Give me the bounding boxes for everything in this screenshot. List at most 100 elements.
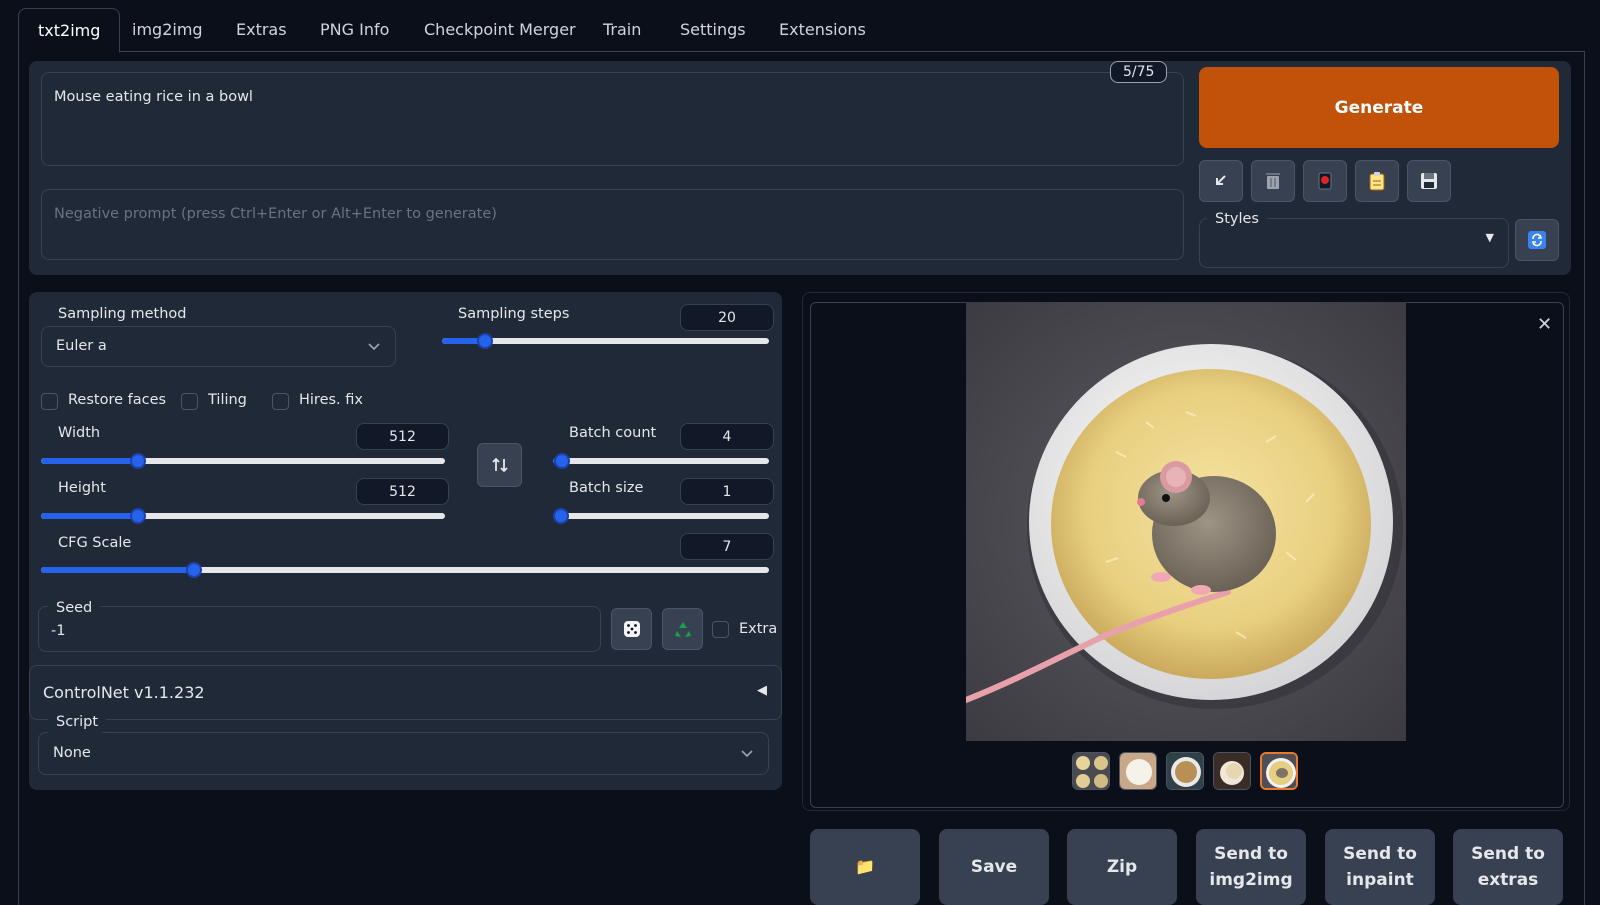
read-params-button[interactable] [1199,160,1243,202]
send-to-extras-label-1: Send to [1471,844,1545,864]
clipboard-icon [1369,172,1385,191]
sampling-steps-input[interactable]: 20 [680,304,774,331]
seed-label: Seed [48,597,101,619]
batch-count-slider[interactable] [553,453,769,469]
restore-faces-label: Restore faces [68,392,167,408]
restore-faces-checkbox[interactable] [41,393,58,410]
sampling-method-label: Sampling method [50,303,195,325]
zip-button[interactable]: Zip [1067,829,1177,905]
send-to-extras-label-2: extras [1477,870,1539,890]
close-icon: ✕ [1537,314,1553,335]
sampling-method-dropdown[interactable]: Euler a [41,326,396,367]
tab-settings[interactable]: Settings [661,8,765,52]
random-seed-button[interactable] [611,608,652,650]
send-to-img2img-label-1: Send to [1214,844,1288,864]
extra-seed-label: Extra [739,621,778,637]
tab-img2img[interactable]: img2img [113,8,222,52]
reuse-seed-button[interactable] [662,608,703,650]
folder-icon: 📁 [855,857,875,876]
clear-prompt-button[interactable] [1251,160,1295,202]
swap-arrows-icon [491,457,508,473]
sampling-steps-slider[interactable] [442,333,769,349]
script-label: Script [48,711,107,733]
hires-fix-label: Hires. fix [299,392,363,408]
cfg-scale-slider[interactable] [41,562,769,578]
extra-seed-checkbox[interactable] [712,621,729,638]
thumbnail-2[interactable] [1119,752,1157,790]
height-input[interactable]: 512 [356,478,449,505]
arrow-down-left-icon [1216,175,1226,185]
width-input[interactable]: 512 [356,423,449,450]
send-to-img2img-button[interactable]: Send to img2img [1196,829,1306,905]
height-slider[interactable] [41,508,445,524]
batch-size-slider[interactable] [553,508,769,524]
batch-size-input[interactable]: 1 [680,478,774,505]
close-preview-button[interactable]: ✕ [1537,314,1552,335]
red-button-icon [1318,172,1332,190]
seed-input[interactable]: -1 [38,606,601,652]
width-label: Width [50,422,109,444]
dropdown-caret-icon: ▼ [1485,231,1494,244]
send-to-img2img-label-2: img2img [1209,870,1293,890]
thumbnail-1[interactable] [1072,752,1110,790]
script-dropdown[interactable]: None [38,732,769,775]
negative-prompt-placeholder: Negative prompt (press Ctrl+Enter or Alt… [54,206,497,222]
tab-extras[interactable]: Extras [217,8,306,52]
swap-dimensions-button[interactable] [477,443,522,487]
thumbnail-image [1120,753,1156,789]
open-folder-button[interactable]: 📁 [810,829,920,905]
width-slider[interactable] [41,453,445,469]
generated-image[interactable] [966,302,1406,741]
negative-prompt-input[interactable]: Negative prompt (press Ctrl+Enter or Alt… [41,189,1184,260]
chevron-down-icon [741,750,753,758]
send-to-inpaint-label-1: Send to [1343,844,1417,864]
prompt-input[interactable]: Mouse eating rice in a bowl [41,72,1184,166]
batch-count-input[interactable]: 4 [680,423,774,450]
dice-icon [623,621,640,637]
tab-png-info[interactable]: PNG Info [301,8,408,52]
floppy-disk-icon [1421,173,1437,189]
generate-button[interactable]: Generate [1199,67,1559,148]
recycle-icon [674,622,691,637]
tiling-checkbox[interactable] [181,393,198,410]
refresh-icon [1528,231,1546,249]
refresh-styles-button[interactable] [1515,219,1559,261]
collapse-arrow-icon: ◀ [757,683,767,698]
send-to-inpaint-label-2: inpaint [1346,870,1414,890]
script-value: None [53,745,91,761]
hires-fix-checkbox[interactable] [272,393,289,410]
thumbnail-image [1167,753,1203,789]
cfg-scale-label: CFG Scale [50,532,140,554]
trash-icon [1266,173,1280,189]
save-button[interactable]: Save [939,829,1049,905]
tab-extensions[interactable]: Extensions [760,8,885,52]
height-label: Height [50,477,114,499]
tab-bar: txt2img img2img Extras PNG Info Checkpoi… [18,8,1585,53]
thumbnail-image [1214,753,1250,789]
cfg-scale-input[interactable]: 7 [680,533,774,560]
tab-train[interactable]: Train [584,8,660,52]
thumbnail-4[interactable] [1213,752,1251,790]
token-counter: 5/75 [1110,61,1168,83]
sampling-method-value: Euler a [56,338,107,354]
batch-count-label: Batch count [561,422,665,444]
save-style-button[interactable] [1407,160,1451,202]
batch-size-label: Batch size [561,477,652,499]
thumbnail-3[interactable] [1166,752,1204,790]
tab-txt2img[interactable]: txt2img [18,8,121,53]
send-to-inpaint-button[interactable]: Send to inpaint [1325,829,1435,905]
thumbnail-5-selected[interactable] [1260,752,1298,790]
send-to-extras-button[interactable]: Send to extras [1453,829,1563,905]
apply-style-button[interactable] [1355,160,1399,202]
controlnet-accordion[interactable]: ControlNet v1.1.232 ◀ [29,665,782,720]
sampling-steps-label: Sampling steps [450,303,578,325]
tab-checkpoint-merger[interactable]: Checkpoint Merger [405,8,595,52]
thumbnail-image [1262,754,1296,788]
chevron-down-icon [368,343,380,351]
prompt-text: Mouse eating rice in a bowl [54,89,253,105]
tiling-label: Tiling [208,392,247,408]
controlnet-title: ControlNet v1.1.232 [43,683,205,702]
styles-label: Styles [1207,208,1267,230]
mouse-in-rice-bowl-image [966,302,1406,741]
show-extra-networks-button[interactable] [1303,160,1347,202]
